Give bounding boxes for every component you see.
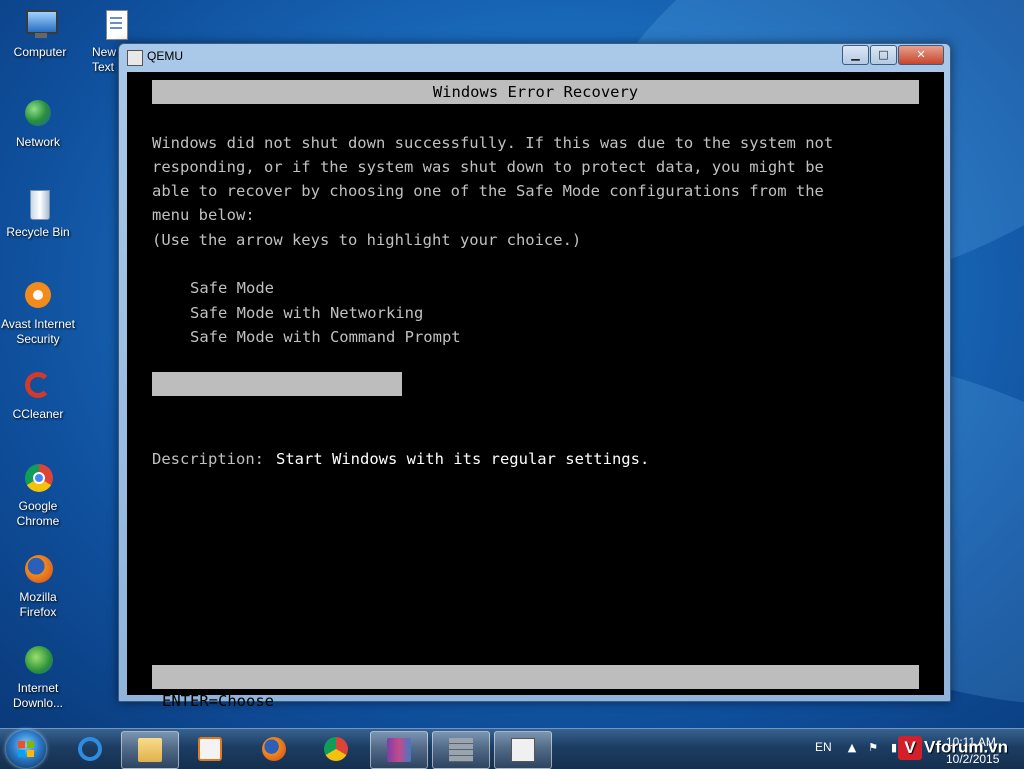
desktop-icon-label: Avast Internet Security	[1, 317, 75, 346]
message-line: menu below:	[152, 206, 255, 224]
footer-hint: ENTER=Choose	[162, 692, 274, 710]
desktop-icon-google-chrome[interactable]: Google Chrome	[0, 462, 76, 529]
close-button[interactable]: ✕	[898, 45, 944, 65]
chrome-icon	[324, 737, 348, 761]
avast-icon	[21, 280, 55, 314]
message-line: Windows did not shut down successfully. …	[152, 134, 834, 152]
desktop-icon-recycle-bin[interactable]: Recycle Bin	[0, 188, 76, 240]
window-titlebar[interactable]: QEMU ▁ □ ✕	[119, 44, 950, 70]
desktop-icon-computer[interactable]: Computer	[2, 8, 78, 60]
folder-icon	[138, 738, 162, 762]
desktop-icon-network[interactable]: Network	[0, 98, 76, 150]
desktop-icon-label: Recycle Bin	[6, 225, 70, 239]
desktop-icon-ccleaner[interactable]: CCleaner	[0, 370, 76, 422]
message-line: able to recover by choosing one of the S…	[152, 182, 824, 200]
action-center-flag-icon[interactable]: ⚑	[866, 741, 880, 755]
taskbar: EN ▲ ⚑ ▮ 10:11 AM 10/2/2015	[0, 728, 1024, 769]
selected-item-label: Start Windows Normally	[190, 399, 396, 417]
desktop-icon-avast[interactable]: Avast Internet Security	[0, 280, 76, 347]
recycle-bin-icon	[21, 188, 55, 222]
menu-item-safe-mode-networking[interactable]: Safe Mode with Networking	[190, 301, 423, 325]
taskbar-chrome[interactable]	[308, 731, 364, 767]
firefox-icon	[21, 553, 55, 587]
watermark-logo-icon: V	[898, 736, 922, 760]
menu-item-safe-mode-command-prompt[interactable]: Safe Mode with Command Prompt	[190, 325, 461, 349]
watermark: V Vforum.vn	[898, 736, 1008, 764]
taskbar-file-explorer[interactable]	[121, 731, 179, 769]
firefox-icon	[262, 737, 286, 761]
text-document-icon	[106, 8, 128, 42]
chrome-icon	[21, 462, 55, 496]
internet-explorer-icon	[78, 737, 102, 761]
taskbar-qemu[interactable]	[494, 731, 552, 769]
qemu-app-icon	[127, 50, 143, 66]
brick-wall-icon	[449, 738, 473, 762]
language-indicator[interactable]: EN	[815, 740, 832, 754]
console-footer: ENTER=Choose	[152, 665, 919, 710]
description-text: Start Windows with its regular settings.	[276, 450, 650, 468]
desktop-icon-label: Network	[15, 135, 60, 149]
taskbar-winrar[interactable]	[370, 731, 428, 769]
menu-item-start-windows-normally[interactable]: Start Windows Normally	[152, 372, 402, 417]
taskbar-firewall[interactable]	[432, 731, 490, 769]
taskbar-firefox[interactable]	[246, 731, 302, 767]
ccleaner-icon	[21, 370, 55, 404]
desktop-icon-label: CCleaner	[12, 407, 64, 421]
minimize-button[interactable]: ▁	[842, 45, 869, 65]
desktop-icon-label: Internet Downlo...	[12, 681, 64, 710]
message-line: responding, or if the system was shut do…	[152, 158, 824, 176]
watermark-text: Vforum.vn	[924, 737, 1009, 757]
qemu-icon	[511, 738, 535, 762]
taskbar-internet-explorer[interactable]	[62, 731, 118, 767]
description-label: Description:	[152, 450, 264, 468]
taskbar-media-player[interactable]	[182, 731, 238, 767]
windows-logo-icon	[18, 741, 34, 757]
archive-icon	[387, 738, 411, 762]
menu-item-safe-mode[interactable]: Safe Mode	[190, 276, 274, 300]
desktop-icon-label: Mozilla Firefox	[19, 590, 57, 619]
desktop: Computer New Text D Network Recycle Bin …	[0, 0, 1024, 728]
network-globe-icon	[21, 98, 55, 132]
media-player-icon	[198, 737, 222, 761]
start-button[interactable]	[6, 730, 46, 768]
show-hidden-icons-icon[interactable]: ▲	[845, 741, 859, 755]
vm-console[interactable]: Windows Error Recovery Windows did not s…	[127, 72, 944, 710]
download-manager-icon	[21, 644, 55, 678]
desktop-icon-mozilla-firefox[interactable]: Mozilla Firefox	[0, 553, 76, 620]
window-title: QEMU	[147, 49, 183, 63]
console-header: Windows Error Recovery	[152, 80, 919, 104]
instruction-line: (Use the arrow keys to highlight your ch…	[152, 231, 582, 249]
computer-icon	[23, 8, 58, 42]
qemu-window[interactable]: QEMU ▁ □ ✕ Windows Error Recovery Window…	[118, 43, 951, 710]
desktop-icon-label: Computer	[13, 45, 67, 59]
maximize-button[interactable]: □	[870, 45, 897, 65]
desktop-icon-label: Google Chrome	[16, 499, 60, 528]
desktop-icon-internet-download-manager[interactable]: Internet Downlo...	[0, 644, 76, 711]
